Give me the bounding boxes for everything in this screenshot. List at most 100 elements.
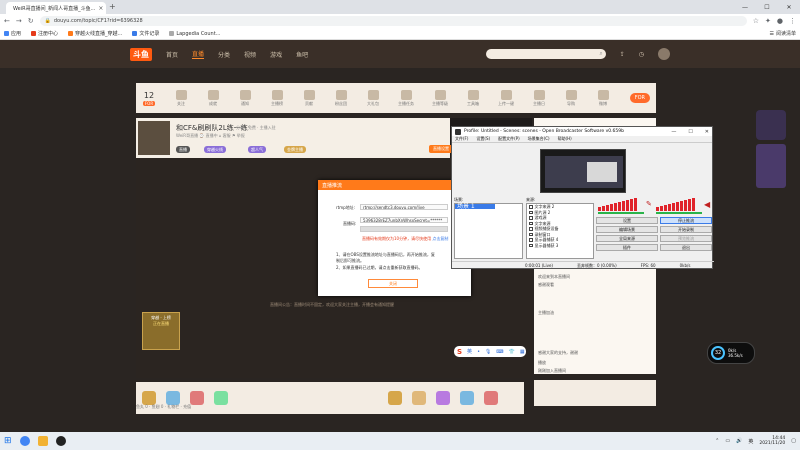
checkbox-icon[interactable]: [529, 221, 533, 225]
obs-maximize-icon[interactable]: ☐: [688, 129, 692, 135]
reading-list[interactable]: ☰ 阅读清单: [770, 30, 797, 38]
obs-edit-scene-button[interactable]: 编辑场景: [596, 226, 658, 233]
ime-shirt-icon[interactable]: 👕: [509, 349, 515, 355]
obs-start-recording-button[interactable]: 开始录制: [660, 226, 712, 233]
bookmark-item[interactable]: 文件记录: [132, 30, 159, 37]
obs-menu-settings[interactable]: 设置(S): [476, 136, 490, 142]
mic-icon[interactable]: ✎: [646, 200, 652, 208]
obs-menu-scenes[interactable]: 场景集合(C): [528, 136, 550, 142]
tray-network-icon[interactable]: ▭: [725, 438, 730, 444]
site-search-input[interactable]: ⌕: [485, 49, 606, 59]
site-logo[interactable]: 斗鱼: [130, 47, 152, 61]
function-item[interactable]: 关注: [174, 89, 188, 107]
gift-icon[interactable]: [190, 391, 204, 405]
extensions-icon[interactable]: ✦: [765, 17, 771, 25]
minimize-icon[interactable]: —: [734, 0, 756, 14]
function-item[interactable]: 主播榜: [270, 89, 284, 107]
function-item[interactable]: 导购: [564, 89, 578, 107]
gift-icon[interactable]: [460, 391, 474, 405]
gift-icon[interactable]: [388, 391, 402, 405]
obs-settings-button[interactable]: 设置: [596, 217, 658, 224]
obs-menu-file[interactable]: 文件(F): [455, 136, 468, 142]
obs-menu-help[interactable]: 帮助(H): [558, 136, 572, 142]
tray-chevron-icon[interactable]: ⌃: [715, 438, 719, 444]
checkbox-icon[interactable]: [529, 232, 533, 236]
history-icon[interactable]: ◷: [639, 51, 644, 58]
side-event-banner[interactable]: [756, 110, 788, 190]
fans-pill-button[interactable]: FOR: [629, 93, 650, 103]
sources-list[interactable]: 文字来源 2 图片源 2 游戏源 文字来源 视频捕捉设备 录制窗口 显示器捕获 …: [526, 203, 594, 259]
copy-link[interactable]: 点击复制: [432, 236, 448, 241]
function-item[interactable]: 通知: [238, 89, 252, 107]
folder-icon[interactable]: [37, 436, 48, 446]
network-speed-widget[interactable]: 32 0k/s 36.5k/s: [707, 342, 755, 364]
checkbox-icon[interactable]: [529, 210, 533, 214]
stream-tag[interactable]: 超人气: [248, 146, 266, 153]
speaker-icon[interactable]: ◀: [704, 200, 711, 209]
close-tab-icon[interactable]: ×: [98, 5, 103, 12]
obs-close-icon[interactable]: ✕: [705, 129, 709, 135]
function-item[interactable]: 粉丝团: [334, 89, 348, 107]
stream-settings-button[interactable]: 直播设置: [429, 145, 453, 153]
ime-grid-icon[interactable]: ▦: [520, 349, 525, 355]
checkbox-icon[interactable]: [529, 238, 533, 242]
ime-lang-icon[interactable]: 英: [467, 348, 472, 355]
stream-tag[interactable]: 穿越火线: [204, 146, 226, 153]
bookmark-item[interactable]: 注册中心: [31, 30, 58, 37]
bookmark-item[interactable]: Lapgedia Count...: [169, 31, 220, 37]
function-item[interactable]: 工具箱: [466, 89, 480, 107]
nav-yuba[interactable]: 鱼吧: [296, 50, 308, 59]
tray-lang[interactable]: 英: [748, 438, 753, 445]
gift-icon[interactable]: [412, 391, 426, 405]
menu-icon[interactable]: ⋮: [789, 17, 796, 25]
obs-global-sources-button[interactable]: 全局来源: [596, 235, 658, 242]
host-avatar[interactable]: [138, 121, 170, 155]
checkbox-icon[interactable]: [529, 216, 533, 220]
nav-live[interactable]: 直播: [192, 49, 205, 59]
star-icon[interactable]: ☆: [753, 17, 759, 25]
function-item[interactable]: 主播日: [532, 89, 546, 107]
gift-icon[interactable]: [436, 391, 450, 405]
ime-punct-icon[interactable]: •: [477, 349, 480, 355]
stream-key-field[interactable]: 5396328rEZ7unbXnWhsxSecret=******: [360, 217, 448, 223]
function-item[interactable]: 贡献: [302, 89, 316, 107]
search-icon[interactable]: ⌕: [599, 50, 602, 58]
url-input[interactable]: 🔒 douyu.com/topic/CF1?rid=6396328: [39, 16, 747, 26]
close-dialog-button[interactable]: 关闭: [368, 279, 418, 288]
obs-menu-profile[interactable]: 配置文件(P): [498, 136, 520, 142]
ime-keyboard-icon[interactable]: ⌨: [496, 349, 503, 355]
taskbar-clock[interactable]: 14:44 2021/11/20: [759, 436, 785, 446]
upload-icon[interactable]: ⇪: [620, 51, 625, 58]
obs-plugins-button[interactable]: 插件: [596, 244, 658, 251]
browser-tab[interactable]: WeiR哥直播间_新闻人哥直播_斗鱼... ×: [6, 2, 106, 14]
tray-volume-icon[interactable]: 🔊: [736, 438, 742, 444]
gift-icon[interactable]: [166, 391, 180, 405]
obs-preview-stream-button[interactable]: 预览推流: [660, 235, 712, 242]
nav-games[interactable]: 游戏: [270, 50, 282, 59]
ime-mic-icon[interactable]: 🎙: [485, 349, 491, 355]
chat-input-area[interactable]: [534, 380, 656, 406]
rtmp-address-field[interactable]: rtmp://sendtc3.douyu.com/live: [360, 204, 448, 210]
obs-preview[interactable]: [540, 149, 626, 193]
gift-icon[interactable]: [484, 391, 498, 405]
bookmark-item[interactable]: 穿越火线直播_穿越...: [68, 30, 122, 37]
checkbox-icon[interactable]: [529, 205, 533, 209]
checkbox-icon[interactable]: [529, 227, 533, 231]
function-item[interactable]: 主播等级: [432, 89, 448, 107]
gift-icon[interactable]: [142, 391, 156, 405]
gift-icon[interactable]: [214, 391, 228, 405]
function-item[interactable]: 上传一键: [498, 89, 514, 107]
forward-icon[interactable]: →: [16, 17, 22, 25]
function-item[interactable]: 微博: [596, 89, 610, 107]
function-item[interactable]: 主播任务: [398, 89, 414, 107]
obs-stop-stream-button[interactable]: 停止推流: [660, 217, 712, 224]
obs-taskbar-icon[interactable]: [55, 436, 66, 446]
scene-item[interactable]: 场景 1: [455, 204, 495, 210]
new-tab-icon[interactable]: +: [109, 2, 116, 11]
start-icon[interactable]: ⊞: [4, 436, 12, 446]
ime-toolbar[interactable]: S 英 • 🎙 ⌨ 👕 ▦: [454, 346, 526, 357]
chrome-icon[interactable]: [19, 436, 30, 446]
close-window-icon[interactable]: ✕: [778, 0, 800, 14]
scenes-list[interactable]: 场景 1: [454, 203, 523, 259]
rank-badge[interactable]: 穿越 · 上榜 正在直播: [142, 312, 180, 350]
